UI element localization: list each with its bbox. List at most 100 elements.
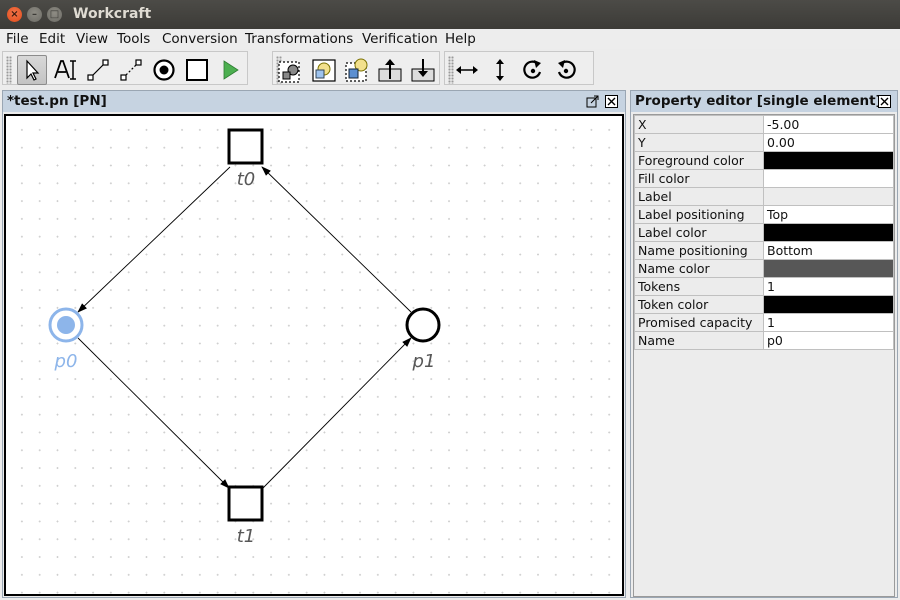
- arc-p0-t1[interactable]: [77, 337, 230, 489]
- toolbar: [0, 49, 900, 87]
- petri-net-diagram: t0 t1 p0 p1: [48, 128, 441, 547]
- property-value[interactable]: p0: [763, 331, 894, 350]
- close-window-button[interactable]: ×: [7, 7, 22, 22]
- property-table-container: X -5.00 Y 0.00 Foreground color Fill color Lab…: [633, 114, 895, 597]
- page-icon: [312, 59, 336, 82]
- property-value[interactable]: Bottom: [763, 241, 894, 260]
- flip-vertical-icon: [496, 59, 504, 81]
- rotate-counterclockwise-button[interactable]: [551, 55, 581, 85]
- minimize-window-button[interactable]: –: [27, 7, 42, 22]
- transition-t0[interactable]: [227, 128, 264, 165]
- transition-t0-label: t0: [237, 169, 256, 190]
- place-p0-label: p0: [54, 351, 78, 372]
- structure-tools-group: [272, 51, 440, 85]
- menu-view[interactable]: View: [76, 31, 108, 47]
- page-tool-button[interactable]: [309, 55, 339, 85]
- menu-tools[interactable]: Tools: [117, 31, 150, 47]
- rotate-counterclockwise-icon: [557, 60, 576, 79]
- property-color-swatch[interactable]: [763, 151, 894, 170]
- toolbar-grip[interactable]: [6, 56, 12, 84]
- transition-tool-button[interactable]: [182, 55, 212, 85]
- property-color-swatch[interactable]: [763, 259, 894, 278]
- select-tool-button[interactable]: [17, 55, 47, 85]
- menu-transformations[interactable]: Transformations: [245, 31, 353, 47]
- close-panel-icon[interactable]: [604, 94, 618, 108]
- editing-tools-group: [2, 51, 248, 85]
- rotate-clockwise-button[interactable]: [518, 55, 548, 85]
- flip-horizontal-icon: [456, 66, 478, 74]
- property-row: Fill color: [634, 169, 894, 188]
- cursor-icon: [26, 59, 40, 81]
- property-row: Name p0: [634, 331, 894, 350]
- connect-tool-button[interactable]: [83, 55, 113, 85]
- window-title: Workcraft: [73, 6, 152, 22]
- place-p1[interactable]: [405, 307, 441, 343]
- maximize-window-button[interactable]: □: [47, 7, 62, 22]
- arc-t1-p1[interactable]: [262, 337, 412, 489]
- property-row: X -5.00: [634, 115, 894, 134]
- text-cursor-icon: [54, 60, 76, 80]
- rotate-clockwise-icon: [523, 60, 542, 79]
- property-row: Foreground color: [634, 151, 894, 170]
- close-panel-icon[interactable]: [877, 94, 891, 108]
- menu-bar: File Edit View Tools Conversion Transfor…: [0, 29, 900, 49]
- property-name: Token color: [634, 295, 764, 314]
- property-color-swatch[interactable]: [763, 223, 894, 242]
- level-down-tool-button[interactable]: [408, 55, 438, 85]
- flip-vertical-button[interactable]: [485, 55, 515, 85]
- property-name: Foreground color: [634, 151, 764, 170]
- property-name: Label positioning: [634, 205, 764, 224]
- property-row: Label color: [634, 223, 894, 242]
- property-editor-panel: Property editor [single element] X -5.00 Y…: [630, 90, 898, 598]
- title-bar: × – □ Workcraft: [0, 0, 900, 29]
- arc-t0-p0[interactable]: [77, 166, 231, 313]
- flip-horizontal-button[interactable]: [452, 55, 482, 85]
- menu-edit[interactable]: Edit: [39, 31, 65, 47]
- read-arc-tool-button[interactable]: [116, 55, 146, 85]
- group-icon: [278, 61, 300, 83]
- transform-tools-group: [444, 51, 594, 85]
- group-tool-button[interactable]: [276, 55, 306, 85]
- play-icon: [223, 60, 239, 80]
- level-up-tool-button[interactable]: [375, 55, 405, 85]
- property-row: Tokens 1: [634, 277, 894, 296]
- property-color-swatch[interactable]: [763, 295, 894, 314]
- token-p0: [57, 316, 75, 334]
- property-row: Label: [634, 187, 894, 206]
- property-value[interactable]: 1: [763, 313, 894, 332]
- property-value[interactable]: [763, 187, 894, 206]
- property-value[interactable]: -5.00: [763, 115, 894, 134]
- place-icon: [153, 59, 175, 81]
- property-name: Fill color: [634, 169, 764, 188]
- property-value[interactable]: Top: [763, 205, 894, 224]
- property-name: Name: [634, 331, 764, 350]
- menu-help[interactable]: Help: [445, 31, 476, 47]
- collapse-icon: [345, 58, 368, 82]
- property-editor-header: Property editor [single element]: [631, 91, 897, 112]
- maximize-panel-icon[interactable]: [585, 94, 599, 108]
- connect-icon: [87, 59, 109, 81]
- place-tool-button[interactable]: [149, 55, 179, 85]
- property-value[interactable]: 1: [763, 277, 894, 296]
- menu-file[interactable]: File: [6, 31, 29, 47]
- transition-t1[interactable]: [227, 485, 264, 522]
- property-row: Promised capacity 1: [634, 313, 894, 332]
- menu-verification[interactable]: Verification: [362, 31, 438, 47]
- property-name: Promised capacity: [634, 313, 764, 332]
- property-value[interactable]: 0.00: [763, 133, 894, 152]
- editor-tab-title[interactable]: *test.pn [PN]: [7, 93, 107, 109]
- property-row: Name positioning Bottom: [634, 241, 894, 260]
- property-row: Y 0.00: [634, 133, 894, 152]
- property-color-swatch[interactable]: [763, 169, 894, 188]
- property-row: Name color: [634, 259, 894, 278]
- property-name: Name positioning: [634, 241, 764, 260]
- editor-header: *test.pn [PN]: [3, 91, 625, 112]
- simulation-tool-button[interactable]: [215, 55, 245, 85]
- read-arc-icon: [120, 59, 142, 81]
- collapse-tool-button[interactable]: [342, 55, 372, 85]
- text-tool-button[interactable]: [50, 55, 80, 85]
- editor-canvas[interactable]: t0 t1 p0 p1: [4, 114, 624, 596]
- property-name: Y: [634, 133, 764, 152]
- menu-conversion[interactable]: Conversion: [162, 31, 238, 47]
- arc-p1-t0[interactable]: [261, 166, 412, 313]
